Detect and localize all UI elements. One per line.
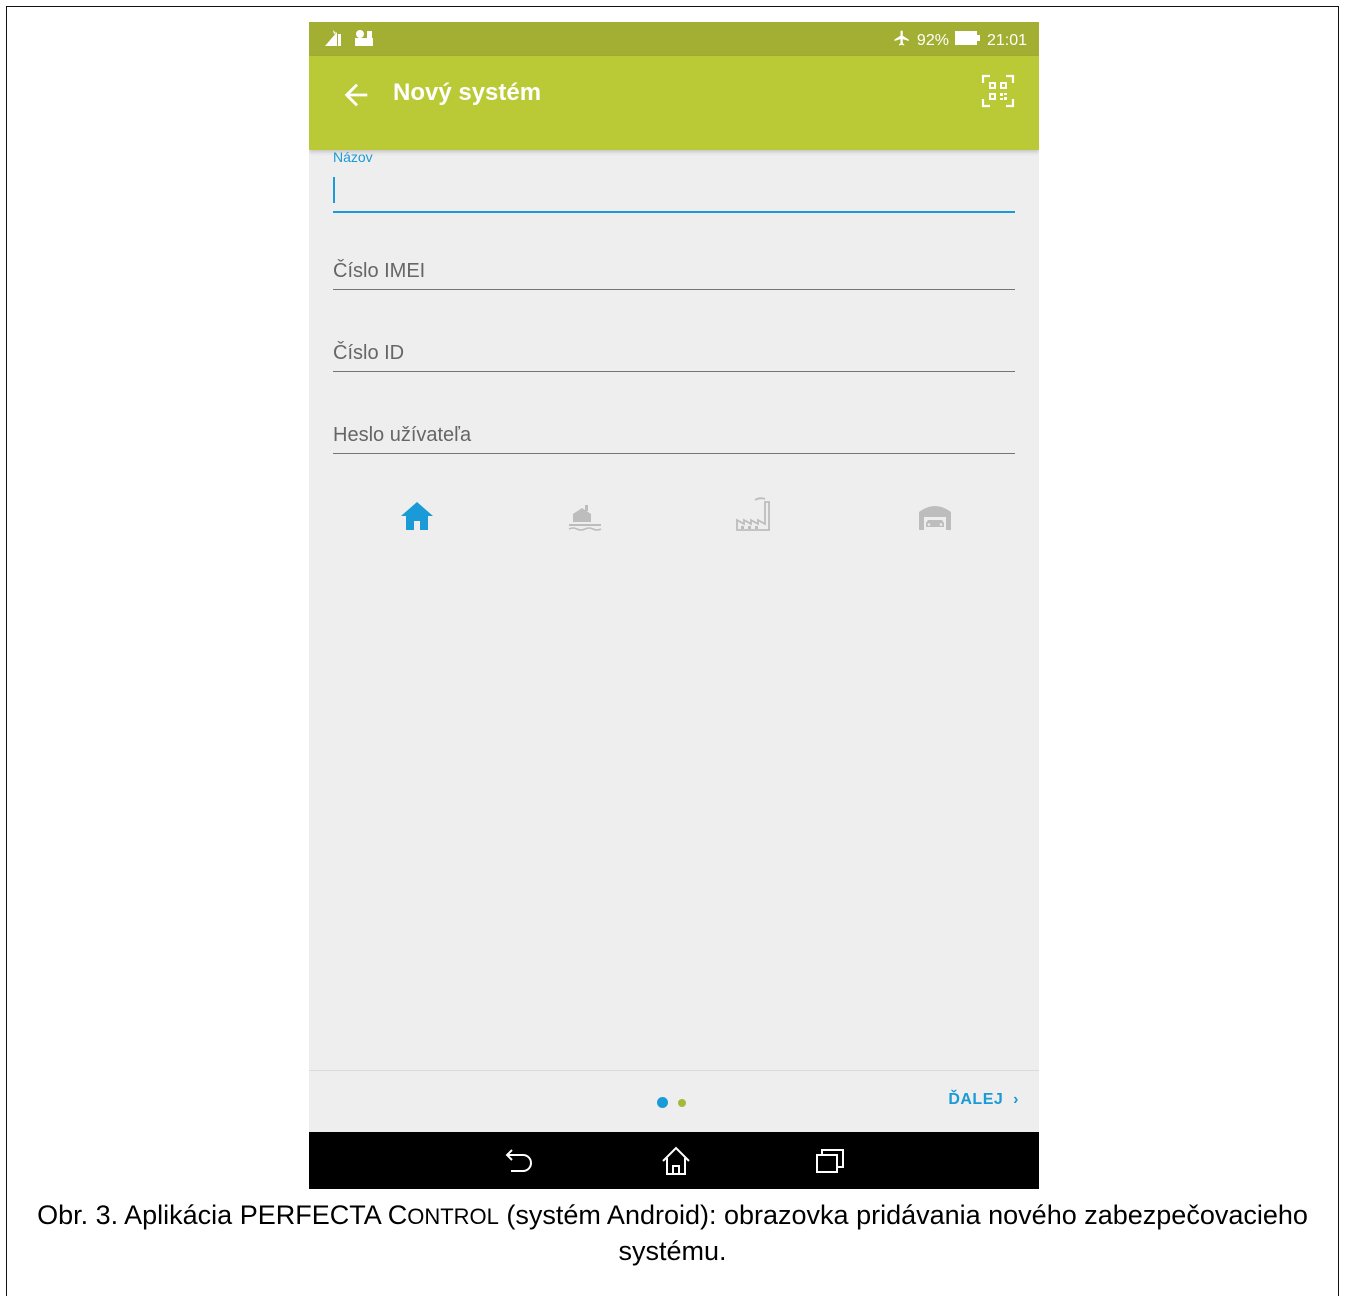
name-input[interactable]: [333, 167, 1015, 213]
system-type-house[interactable]: [397, 496, 437, 536]
recent-apps-icon: [816, 1149, 844, 1173]
back-icon: [505, 1149, 532, 1172]
nav-back-button[interactable]: [503, 1144, 537, 1178]
page-dot: [678, 1098, 686, 1107]
phone-screen: 92% 21:01 Nový systém Názov Číslo IMEI Č…: [309, 22, 1039, 1189]
battery-icon: [954, 30, 981, 51]
factory-icon: [736, 497, 770, 531]
id-placeholder: Číslo ID: [333, 342, 405, 364]
name-field: Názov: [333, 149, 1015, 213]
page-dot-active: [657, 1097, 668, 1108]
password-input[interactable]: Heslo užívateľa: [333, 409, 1015, 454]
password-placeholder: Heslo užívateľa: [333, 424, 472, 446]
id-field: Číslo ID: [333, 327, 1015, 372]
page-indicator: [657, 1097, 686, 1108]
qr-scan-button[interactable]: [981, 74, 1015, 108]
pager-bar: ĎALEJ ›: [309, 1070, 1039, 1133]
system-type-selector: [333, 488, 1015, 538]
airplane-mode-icon: [893, 29, 911, 52]
system-type-lake-house[interactable]: [565, 496, 605, 536]
imei-placeholder: Číslo IMEI: [333, 260, 426, 282]
imei-input[interactable]: Číslo IMEI: [333, 245, 1015, 290]
system-type-garage[interactable]: [915, 496, 955, 536]
id-input[interactable]: Číslo ID: [333, 327, 1015, 372]
nav-recent-apps-button[interactable]: [813, 1144, 847, 1178]
app-bar: Nový systém: [309, 56, 1039, 150]
vpn-icon: [353, 28, 375, 53]
arrow-left-icon: [344, 83, 368, 107]
system-type-factory[interactable]: [733, 496, 773, 536]
nav-home-button[interactable]: [659, 1144, 693, 1178]
figure-caption: Obr. 3. Aplikácia PERFECTA CONTROL (syst…: [37, 1200, 1308, 1266]
battery-percent: 92%: [916, 31, 949, 49]
notification-icon: [323, 28, 345, 53]
garage-icon: [919, 506, 951, 530]
lake-house-icon: [568, 505, 602, 531]
chevron-right-icon: ›: [1008, 1091, 1019, 1108]
home-icon: [662, 1146, 690, 1175]
page-title: Nový systém: [393, 79, 542, 106]
qr-code-scan-icon: [981, 74, 1015, 108]
name-field-label: Názov: [333, 149, 373, 165]
status-bar: 92% 21:01: [309, 22, 1039, 56]
next-button-label: ĎALEJ: [948, 1091, 1004, 1108]
password-field: Heslo užívateľa: [333, 409, 1015, 454]
text-caret: [333, 177, 335, 203]
house-icon: [401, 502, 433, 530]
clock: 21:01: [986, 31, 1027, 49]
back-button[interactable]: [339, 78, 373, 112]
imei-field: Číslo IMEI: [333, 245, 1015, 290]
system-navigation-bar: [309, 1132, 1039, 1189]
next-button[interactable]: ĎALEJ ›: [948, 1091, 1019, 1109]
